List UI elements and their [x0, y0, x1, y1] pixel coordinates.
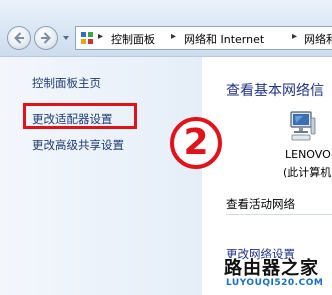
- computer-icon: [290, 111, 316, 141]
- breadcrumb-network-internet[interactable]: 网络和 Internet: [184, 31, 264, 47]
- breadcrumb-separator-icon[interactable]: ▸: [171, 31, 176, 42]
- highlight-box: [23, 103, 137, 129]
- back-arrow-icon: [14, 32, 24, 44]
- watermark-url: LUYOUQI520.COM: [226, 278, 324, 288]
- watermark-title: 路由器之家: [224, 258, 319, 279]
- control-panel-icon: [81, 32, 93, 44]
- change-advanced-sharing-link[interactable]: 更改高级共享设置: [32, 137, 124, 153]
- breadcrumb-separator-icon[interactable]: ▸: [292, 31, 297, 42]
- address-bar[interactable]: ▸ 控制面板 ▸ 网络和 Internet ▸ 网络和: [75, 26, 332, 50]
- control-panel-home-link[interactable]: 控制面板主页: [32, 75, 101, 91]
- step-number-badge: 2: [170, 117, 222, 169]
- task-pane: [0, 57, 202, 295]
- breadcrumb-control-panel[interactable]: 控制面板: [111, 31, 155, 47]
- forward-button[interactable]: [34, 26, 58, 50]
- window: ▸ 控制面板 ▸ 网络和 Internet ▸ 网络和 控制面板主页 更改适配器…: [0, 0, 332, 295]
- active-networks-heading: 查看活动网络: [226, 197, 295, 211]
- breadcrumb-network-sharing[interactable]: 网络和: [304, 31, 332, 47]
- computer-name-label: LENOVO-: [285, 148, 332, 161]
- computer-subtitle-label: (此计算机: [283, 166, 332, 179]
- breadcrumb-separator-icon: ▸: [98, 31, 104, 42]
- section-divider: [226, 214, 332, 215]
- forward-arrow-icon: [41, 32, 51, 44]
- navigation-bar: ▸ 控制面板 ▸ 网络和 Internet ▸ 网络和: [0, 0, 332, 57]
- back-button[interactable]: [7, 26, 31, 50]
- page-title: 查看基本网络信: [226, 83, 324, 99]
- recent-pages-chevron-icon[interactable]: [62, 34, 70, 42]
